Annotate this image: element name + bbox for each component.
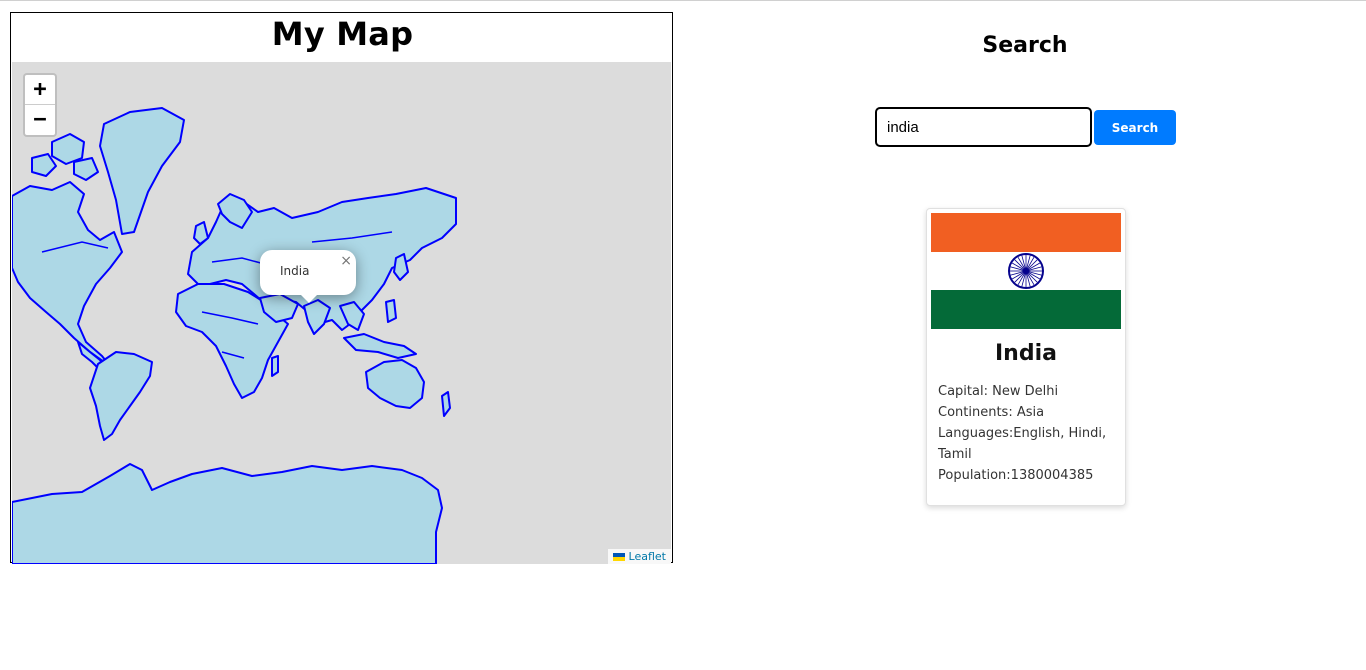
country-capital: Capital: New Delhi: [938, 384, 1059, 399]
indonesia-shape: [343, 333, 417, 359]
world-map-svg: [12, 107, 457, 564]
india-flag-icon: [931, 213, 1121, 329]
greenland-shape: [99, 107, 185, 235]
antarctica-shape: [12, 463, 443, 564]
madagascar-shape: [271, 355, 279, 377]
country-name: India: [995, 341, 1057, 366]
top-rule: [0, 0, 1366, 1]
zoom-control: + −: [23, 73, 57, 137]
popup-close-icon[interactable]: ×: [340, 253, 352, 269]
search-button[interactable]: Search: [1094, 110, 1176, 145]
north-america-shape: [12, 181, 123, 367]
new-zealand-shape: [441, 391, 451, 417]
map-popup: India ×: [260, 250, 356, 303]
map-canvas[interactable]: + − India × Leaflet: [12, 62, 671, 564]
country-languages: Languages:English, Hindi, Tamil: [938, 426, 1107, 462]
search-title: Search: [982, 33, 1068, 58]
india-shape: [303, 299, 331, 335]
popup-text: India: [280, 264, 310, 278]
country-card: India Capital: New Delhi Continents: Asi…: [926, 208, 1126, 506]
ukraine-flag-icon: [612, 552, 625, 561]
australia-shape: [365, 359, 425, 409]
country-continents: Continents: Asia: [938, 405, 1045, 420]
leaflet-link[interactable]: Leaflet: [629, 550, 666, 563]
arctic-islands-shape: [51, 133, 85, 165]
search-input[interactable]: [875, 107, 1092, 147]
philippines-shape: [385, 299, 397, 323]
arctic-islands-shape-3: [73, 157, 99, 181]
country-population: Population:1380004385: [938, 468, 1094, 483]
zoom-out-button[interactable]: −: [25, 105, 55, 135]
map-title: My Map: [271, 15, 414, 53]
country-info: Capital: New Delhi Continents: Asia Lang…: [938, 381, 1120, 486]
south-america-shape: [89, 351, 153, 441]
uk-shape: [193, 221, 209, 245]
popup-tip: [300, 294, 318, 303]
zoom-in-button[interactable]: +: [25, 75, 55, 105]
map-attribution: Leaflet: [607, 549, 671, 564]
map-panel: My Map + − India × Leaflet: [10, 12, 673, 564]
